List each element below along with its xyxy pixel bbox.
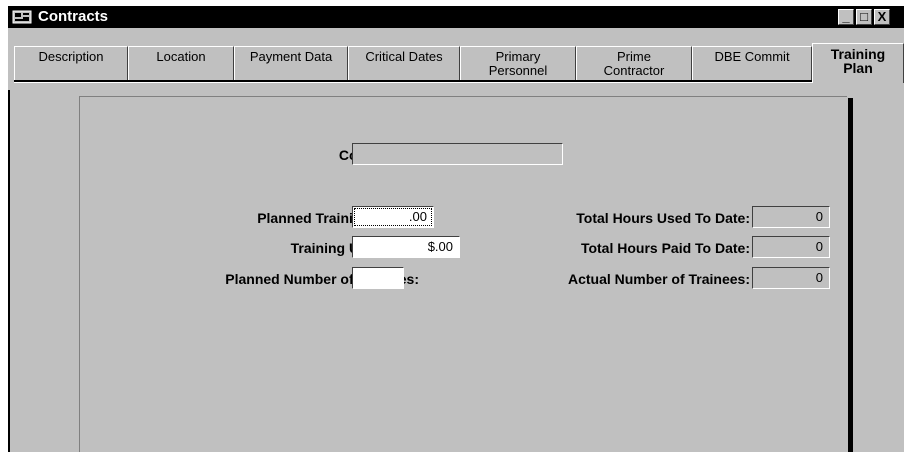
tab-dbe-commit[interactable]: DBE Commit [692, 46, 812, 80]
tab-divider-highlight [14, 82, 812, 83]
tab-payment-data[interactable]: Payment Data [234, 46, 348, 80]
tab-label: Contractor [603, 63, 665, 78]
minimize-icon[interactable]: _ [838, 9, 854, 25]
actual-number-of-trainees-field: 0 [752, 267, 830, 289]
total-hours-used-label: Total Hours Used To Date: [576, 210, 750, 226]
training-unit-price-input[interactable]: $.00 [352, 236, 460, 258]
total-hours-used-field: 0 [752, 206, 830, 228]
tab-prime-contractor[interactable]: Prime Contractor [576, 46, 692, 80]
tab-label: Critical Dates [365, 49, 443, 64]
panel-shadow [848, 98, 853, 452]
contracts-window: Contracts _ □ X Description Location Pay… [8, 6, 904, 452]
tab-label: Personnel [488, 63, 548, 78]
tab-strip: Description Location Payment Data Critic… [8, 28, 904, 90]
tab-label: Description [38, 49, 104, 64]
tab-location[interactable]: Location [128, 46, 234, 80]
training-plan-panel: Contract ID: Planned Training Hours: .00… [79, 96, 847, 452]
tab-label: Location [156, 49, 206, 64]
planned-number-of-trainees-input[interactable] [352, 267, 404, 289]
total-hours-paid-label: Total Hours Paid To Date: [580, 240, 750, 256]
tab-label: Prime [617, 49, 651, 64]
close-icon[interactable]: X [874, 9, 890, 25]
actual-number-of-trainees-label: Actual Number of Trainees: [567, 271, 750, 287]
total-hours-paid-field: 0 [752, 236, 830, 258]
tab-label: Primary [495, 49, 541, 64]
planned-training-hours-input[interactable]: .00 [352, 206, 434, 228]
maximize-icon[interactable]: □ [856, 9, 872, 25]
tab-description[interactable]: Description [14, 46, 128, 80]
tab-training-plan[interactable]: Training Plan [812, 43, 904, 83]
tab-label: DBE Commit [714, 49, 790, 64]
tab-label: Plan [843, 60, 873, 76]
title-bar[interactable]: Contracts _ □ X [8, 6, 904, 28]
window-title: Contracts [38, 8, 109, 25]
tab-critical-dates[interactable]: Critical Dates [348, 46, 460, 80]
window-left-edge [8, 90, 10, 452]
contracts-app-icon [12, 10, 32, 24]
tab-label: Payment Data [249, 49, 333, 64]
tab-primary-personnel[interactable]: Primary Personnel [460, 46, 576, 80]
contract-id-field[interactable] [352, 143, 563, 165]
